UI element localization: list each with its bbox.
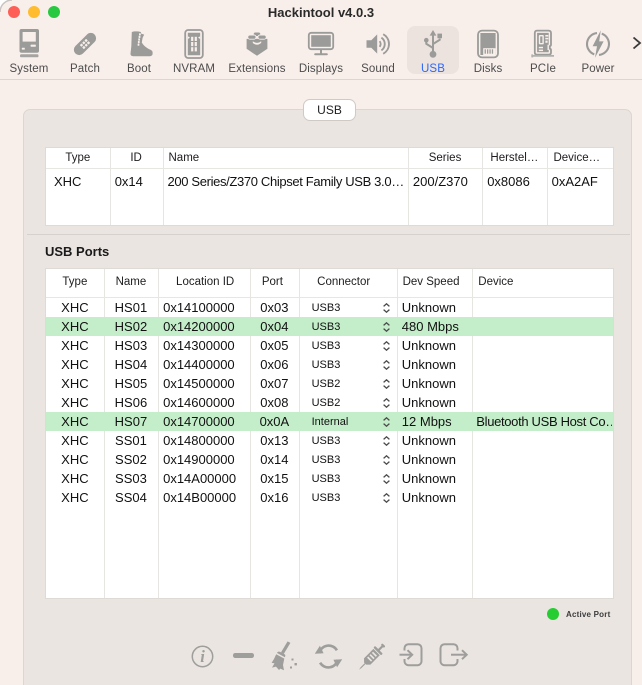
svg-text:i: i: [200, 647, 205, 666]
